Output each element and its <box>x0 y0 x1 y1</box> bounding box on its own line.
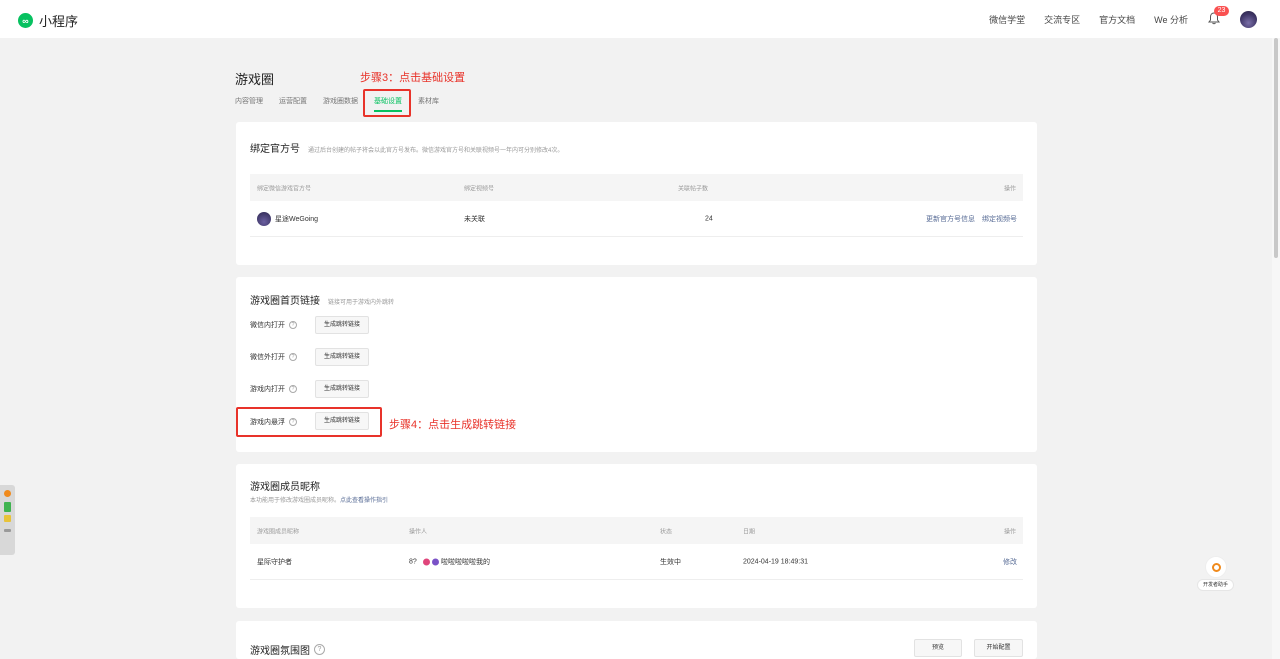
step3-highlight-box <box>363 89 411 117</box>
help-icon[interactable]: ? <box>289 385 297 393</box>
step4-highlight-box <box>236 407 382 437</box>
side-orange-icon[interactable] <box>4 490 11 497</box>
generate-link-button[interactable]: 生成跳转链接 <box>315 380 370 398</box>
bind-account-table-header: 绑定微信游戏官方号 绑定视频号 关联帖子数 操作 <box>250 174 1023 201</box>
generate-link-button[interactable]: 生成跳转链接 <box>315 348 370 366</box>
developer-assistant-button[interactable] <box>1205 556 1227 578</box>
nav-link-wechat-school[interactable]: 微信学堂 <box>989 13 1025 26</box>
col-operator: 操作人 <box>409 529 428 535</box>
nickname-title: 游戏圈成员昵称 <box>250 482 320 493</box>
edit-nickname-link[interactable]: 修改 <box>1003 557 1017 567</box>
table-row: 星际守护者 8? 啦啦啦啦啦我的 生效中 2024-04-19 18:49:31… <box>250 544 1023 580</box>
member-nickname: 星际守护者 <box>257 558 292 566</box>
assistant-icon <box>1212 563 1221 572</box>
help-icon[interactable]: ? <box>314 644 325 655</box>
preview-button[interactable]: 预览 <box>914 639 962 657</box>
bind-account-card: 绑定官方号 通过后台创建的帖子将会以此官方号发布。微信游戏官方号和关联视频号一年内… <box>236 122 1037 265</box>
link-label: 微信外打开 <box>250 354 285 361</box>
col-official-account: 绑定微信游戏官方号 <box>257 186 312 192</box>
link-row-wechat-inside: 微信内打开? <box>250 320 297 330</box>
link-label: 微信内打开 <box>250 322 285 329</box>
home-links-title-text: 游戏圈首页链接 <box>250 296 320 307</box>
col-date: 日期 <box>743 529 756 535</box>
link-row-in-game: 游戏内打开? <box>250 384 297 394</box>
step4-annotation: 步骤4：点击生成跳转链接 <box>389 419 517 431</box>
video-account-value: 未关联 <box>464 215 485 223</box>
atmosphere-title: 游戏圈氛围图? <box>250 642 325 657</box>
col-post-count: 关联帖子数 <box>678 186 709 192</box>
atmosphere-card: 游戏圈氛围图? 预览 开始配置 <box>236 621 1037 659</box>
notification-badge: 23 <box>1214 6 1229 16</box>
app-logo[interactable]: ∞ 小程序 <box>18 11 78 30</box>
col-actions: 操作 <box>1003 186 1016 192</box>
bind-video-account-link[interactable]: 绑定视频号 <box>982 214 1017 224</box>
official-account-name: 星途WeGoing <box>275 215 319 223</box>
nav-link-community[interactable]: 交流专区 <box>1044 13 1080 26</box>
tab-content-management[interactable]: 内容管理 <box>235 96 263 112</box>
link-label: 游戏内打开 <box>250 386 285 393</box>
col-video-account: 绑定视频号 <box>464 186 495 192</box>
bind-account-desc: 通过后台创建的帖子将会以此官方号发布。微信游戏官方号和关联视频号一年内可分别修改… <box>308 148 564 154</box>
nav-link-docs[interactable]: 官方文档 <box>1099 13 1135 26</box>
post-count-value: 24 <box>705 215 713 222</box>
developer-assistant-label[interactable]: 开发者助手 <box>1197 579 1234 591</box>
nickname-card: 游戏圈成员昵称 本功能用于修改游戏圈成员昵称。点此查看操作指引 游戏圈成员昵称 … <box>236 464 1037 608</box>
atmosphere-title-text: 游戏圈氛围图 <box>250 646 310 657</box>
status-value: 生效中 <box>660 558 681 566</box>
scrollbar-thumb[interactable] <box>1274 38 1278 258</box>
tab-operation-config[interactable]: 运营配置 <box>279 96 307 112</box>
top-bar: ∞ 小程序 微信学堂 交流专区 官方文档 We 分析 23 <box>0 0 1280 38</box>
nickname-desc-text: 本功能用于修改游戏圈成员昵称。 <box>250 498 341 504</box>
home-links-title: 游戏圈首页链接 链接可用于游戏内外跳转 <box>250 292 394 307</box>
start-config-button[interactable]: 开始配置 <box>974 639 1023 657</box>
tab-material-library[interactable]: 素材库 <box>418 96 439 112</box>
nickname-table-header: 游戏圈成员昵称 操作人 状态 日期 操作 <box>250 517 1023 544</box>
col-status: 状态 <box>660 529 673 535</box>
operator-name: 啦啦啦啦啦我的 <box>441 558 490 566</box>
top-nav: 微信学堂 交流专区 官方文档 We 分析 <box>989 13 1188 26</box>
operator-prefix: 8? <box>409 558 417 565</box>
table-row: 星途WeGoing 未关联 24 更新官方号信息 绑定视频号 <box>250 201 1023 237</box>
col-actions: 操作 <box>1003 529 1016 535</box>
bind-account-title-text: 绑定官方号 <box>250 144 300 155</box>
update-official-info-link[interactable]: 更新官方号信息 <box>926 214 975 224</box>
nickname-guide-link[interactable]: 点此查看操作指引 <box>340 498 388 504</box>
page-scrollbar[interactable] <box>1272 38 1280 659</box>
step3-annotation: 步骤3：点击基础设置 <box>360 72 466 84</box>
help-icon[interactable]: ? <box>289 353 297 361</box>
nickname-desc: 本功能用于修改游戏圈成员昵称。点此查看操作指引 <box>250 495 388 504</box>
date-value: 2024-04-19 18:49:31 <box>743 558 808 565</box>
mini-program-logo-icon: ∞ <box>18 13 33 28</box>
home-links-desc: 链接可用于游戏内外跳转 <box>328 300 395 306</box>
link-row-wechat-outside: 微信外打开? <box>250 352 297 362</box>
operator-avatar-icon <box>432 558 439 565</box>
app-title: 小程序 <box>39 14 79 29</box>
help-icon[interactable]: ? <box>289 321 297 329</box>
operator-emoji-icon <box>423 558 430 565</box>
user-avatar[interactable] <box>1240 11 1257 28</box>
official-account-avatar <box>257 211 271 226</box>
tab-game-circle-data[interactable]: 游戏圈数据 <box>323 96 358 112</box>
side-toolbar[interactable] <box>0 485 15 555</box>
bind-account-title: 绑定官方号 通过后台创建的帖子将会以此官方号发布。微信游戏官方号和关联视频号一年内… <box>250 140 563 155</box>
side-green-icon[interactable] <box>4 502 11 512</box>
side-yellow-icon[interactable] <box>4 515 11 522</box>
generate-link-button[interactable]: 生成跳转链接 <box>315 316 370 334</box>
tab-bar: 内容管理 运营配置 游戏圈数据 基础设置 素材库 <box>235 96 455 112</box>
col-nickname: 游戏圈成员昵称 <box>257 529 300 535</box>
side-gray-icon[interactable] <box>4 529 11 532</box>
nav-link-we-analysis[interactable]: We 分析 <box>1154 13 1188 26</box>
page-title: 游戏圈 <box>235 72 275 87</box>
